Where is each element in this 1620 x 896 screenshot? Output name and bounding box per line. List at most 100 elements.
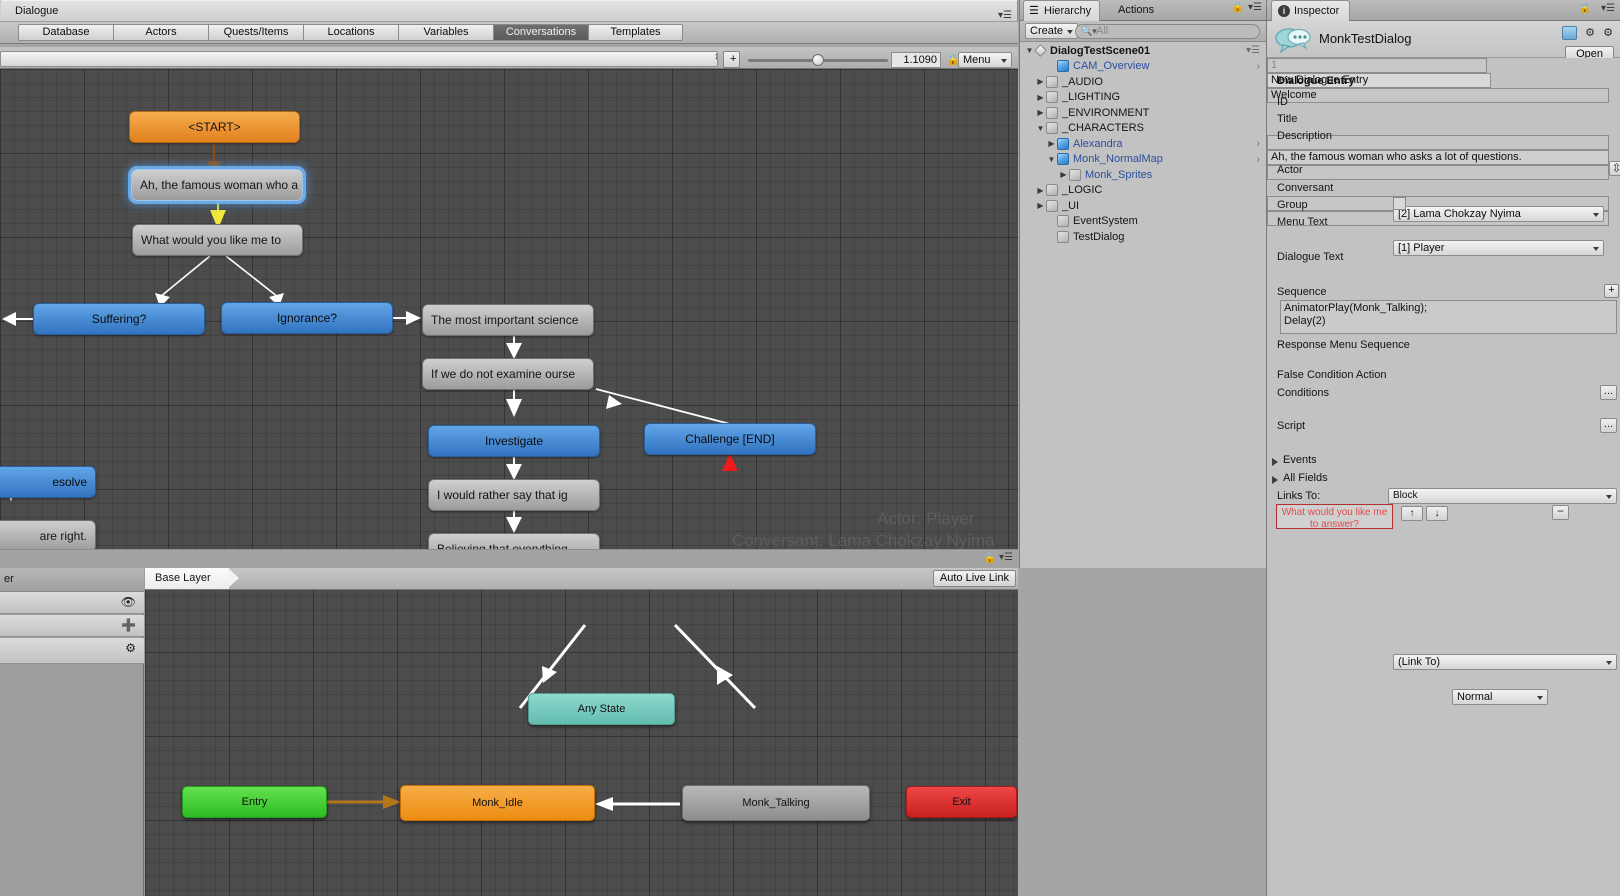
statusbar-menu-icon[interactable]: ▾☰ (999, 552, 1013, 563)
hierarchy-row-characters[interactable]: ▼ _CHARACTERS (1020, 121, 1266, 137)
help-icon[interactable] (1562, 26, 1577, 40)
group-checkbox[interactable] (1393, 197, 1406, 210)
foldout-all-fields[interactable]: All Fields (1270, 472, 1328, 484)
actor-popup[interactable]: [2] Lama Chokzay Nyima (1393, 206, 1604, 222)
node-are-right-partial[interactable]: are right. (0, 520, 96, 549)
zoom-value-field[interactable]: 1.1090 (891, 52, 941, 68)
search-input[interactable]: 🔍▾ All (1075, 24, 1260, 39)
zoom-slider-knob[interactable] (812, 54, 824, 66)
animator-state-graph[interactable]: Any State Entry Monk_Idle Monk_Talking E… (145, 568, 1018, 896)
prefab-chevron-icon[interactable]: › (1257, 154, 1260, 165)
response-menu-sequence-field[interactable] (1267, 165, 1609, 180)
animator-node-monk-talking[interactable]: Monk_Talking (682, 785, 870, 821)
hierarchy-row-monk-sprites[interactable]: ▶ Monk_Sprites (1020, 167, 1266, 183)
eye-icon[interactable]: 👁 (121, 595, 136, 609)
link-remove-button[interactable]: − (1552, 505, 1569, 520)
tab-hierarchy[interactable]: ☰ Hierarchy (1023, 0, 1101, 21)
gear-icon[interactable]: ⚙ (1603, 26, 1613, 39)
breadcrumb-base-layer[interactable]: Base Layer (145, 568, 239, 589)
twisty-down-icon[interactable]: ▼ (1024, 46, 1035, 55)
tab-database[interactable]: Database (18, 24, 113, 41)
twisty-right-icon[interactable]: ▶ (1035, 108, 1046, 117)
preset-icon[interactable]: ⚙ (1585, 26, 1595, 39)
node-investigate[interactable]: Investigate (428, 425, 600, 457)
prefab-chevron-icon[interactable]: › (1257, 138, 1260, 149)
tab-templates[interactable]: Templates (588, 24, 683, 41)
node-suffering[interactable]: Suffering? (33, 303, 205, 335)
twisty-right-icon[interactable]: ▶ (1035, 201, 1046, 210)
hierarchy-row-testdialog[interactable]: TestDialog (1020, 229, 1266, 245)
animator-node-entry[interactable]: Entry (182, 786, 327, 818)
node-challenge-end[interactable]: Challenge [END] (644, 423, 816, 455)
conditions-dots-button[interactable]: ... (1600, 385, 1617, 400)
conversant-popup[interactable]: [1] Player (1393, 240, 1604, 256)
twisty-down-icon[interactable]: ▼ (1035, 124, 1046, 133)
description-field[interactable]: Welcome (1267, 88, 1609, 103)
inspector-menu-icon[interactable]: ▾☰ (1601, 3, 1615, 14)
node-most-important-science[interactable]: The most important science (422, 304, 594, 336)
dialogue-node-canvas[interactable]: Actor: Player Conversant: Lama Chokzay N… (0, 69, 1018, 549)
link-move-down-button[interactable]: ↓ (1426, 506, 1448, 521)
hierarchy-row-logic[interactable]: ▶ _LOGIC (1020, 183, 1266, 199)
hierarchy-row-ui[interactable]: ▶ _UI (1020, 198, 1266, 214)
auto-live-link-button[interactable]: Auto Live Link (932, 570, 1016, 587)
hierarchy-row-audio[interactable]: ▶ _AUDIO (1020, 74, 1266, 90)
tab-inspector[interactable]: i Inspector (1271, 0, 1351, 21)
link-move-up-button[interactable]: ↑ (1401, 506, 1423, 521)
script-dots-button[interactable]: ... (1600, 418, 1617, 433)
hierarchy-row-lighting[interactable]: ▶ _LIGHTING (1020, 90, 1266, 106)
link-priority-popup[interactable]: Normal (1452, 689, 1548, 705)
sequence-add-button[interactable]: + (1604, 284, 1619, 298)
node-ignorance[interactable]: Ignorance? (221, 302, 393, 334)
hierarchy-row-scene[interactable]: ▼ DialogTestScene01 ▾☰ (1020, 43, 1266, 59)
false-condition-action-popup[interactable]: Block (1388, 488, 1617, 504)
scene-menu-icon[interactable]: ▾☰ (1246, 45, 1260, 56)
tab-quests-items[interactable]: Quests/Items (208, 24, 303, 41)
node-resolve-partial[interactable]: esolve (0, 466, 96, 498)
tab-conversations[interactable]: Conversations (493, 24, 588, 41)
animator-layer-row-3[interactable]: ⚙ (0, 638, 144, 664)
twisty-right-icon[interactable]: ▶ (1035, 186, 1046, 195)
zoom-slider[interactable] (748, 54, 888, 66)
node-if-we-do-not-examine[interactable]: If we do not examine ourse (422, 358, 594, 390)
hierarchy-row-eventsystem[interactable]: EventSystem (1020, 214, 1266, 230)
twisty-right-icon[interactable]: ▶ (1035, 93, 1046, 102)
hierarchy-menu-icon[interactable]: ▾☰ (1248, 2, 1262, 13)
hierarchy-lock-icon[interactable]: 🔒 (1232, 2, 1244, 13)
twisty-right-icon[interactable]: ▶ (1058, 170, 1069, 179)
animator-node-monk-idle[interactable]: Monk_Idle (400, 785, 595, 821)
node-dialogue-entry-1[interactable]: Ah, the famous woman who a (131, 169, 303, 201)
inspector-lock-icon[interactable]: 🔒 (1579, 3, 1591, 14)
foldout-events[interactable]: Events (1270, 454, 1317, 466)
tab-actions[interactable]: Actions (1110, 0, 1162, 21)
twisty-right-icon[interactable]: ▶ (1035, 77, 1046, 86)
node-what-would-you-like[interactable]: What would you like me to (132, 224, 303, 256)
twisty-right-icon[interactable]: ▶ (1046, 139, 1057, 148)
create-button[interactable]: Create (1025, 23, 1079, 39)
links-to-popup[interactable]: (Link To) (1393, 654, 1617, 670)
link-entry-label[interactable]: What would you like me to answer? (1276, 504, 1393, 529)
conversation-selector[interactable] (0, 51, 718, 67)
node-i-would-rather-say[interactable]: I would rather say that ig (428, 479, 600, 511)
conversation-menu-button[interactable]: Menu (958, 52, 1012, 68)
twisty-down-icon[interactable]: ▼ (1046, 155, 1057, 164)
hierarchy-tree[interactable]: ▼ DialogTestScene01 ▾☰ CAM_Overview › ▶ … (1020, 42, 1266, 568)
node-believing-that-everything[interactable]: Believing that everything (428, 533, 600, 549)
hierarchy-row-environment[interactable]: ▶ _ENVIRONMENT (1020, 105, 1266, 121)
prefab-chevron-icon[interactable]: › (1257, 61, 1260, 72)
add-conversation-button[interactable]: + (723, 51, 740, 68)
hierarchy-row-monk-normalmap[interactable]: ▼ Monk_NormalMap › (1020, 152, 1266, 168)
dialogue-window-menu-icon[interactable]: ▾☰ (998, 10, 1012, 21)
gear-icon[interactable]: ⚙ (125, 641, 136, 655)
dialogue-text-field[interactable]: Ah, the famous woman who asks a lot of q… (1267, 150, 1609, 165)
animator-layer-row-2[interactable]: ➕ (0, 615, 144, 637)
plus-icon[interactable]: ➕ (121, 618, 136, 632)
statusbar-lock-icon[interactable]: 🔒 (984, 553, 996, 564)
animator-layer-row-1[interactable]: 👁 (0, 592, 144, 614)
actor-stepper[interactable]: ⇳ (1609, 161, 1620, 176)
tab-dialogue[interactable]: Dialogue (0, 0, 1018, 21)
tab-locations[interactable]: Locations (303, 24, 398, 41)
sequence-field[interactable]: AnimatorPlay(Monk_Talking); Delay(2) (1280, 300, 1617, 334)
tab-actors[interactable]: Actors (113, 24, 208, 41)
animator-node-any-state[interactable]: Any State (528, 693, 675, 725)
